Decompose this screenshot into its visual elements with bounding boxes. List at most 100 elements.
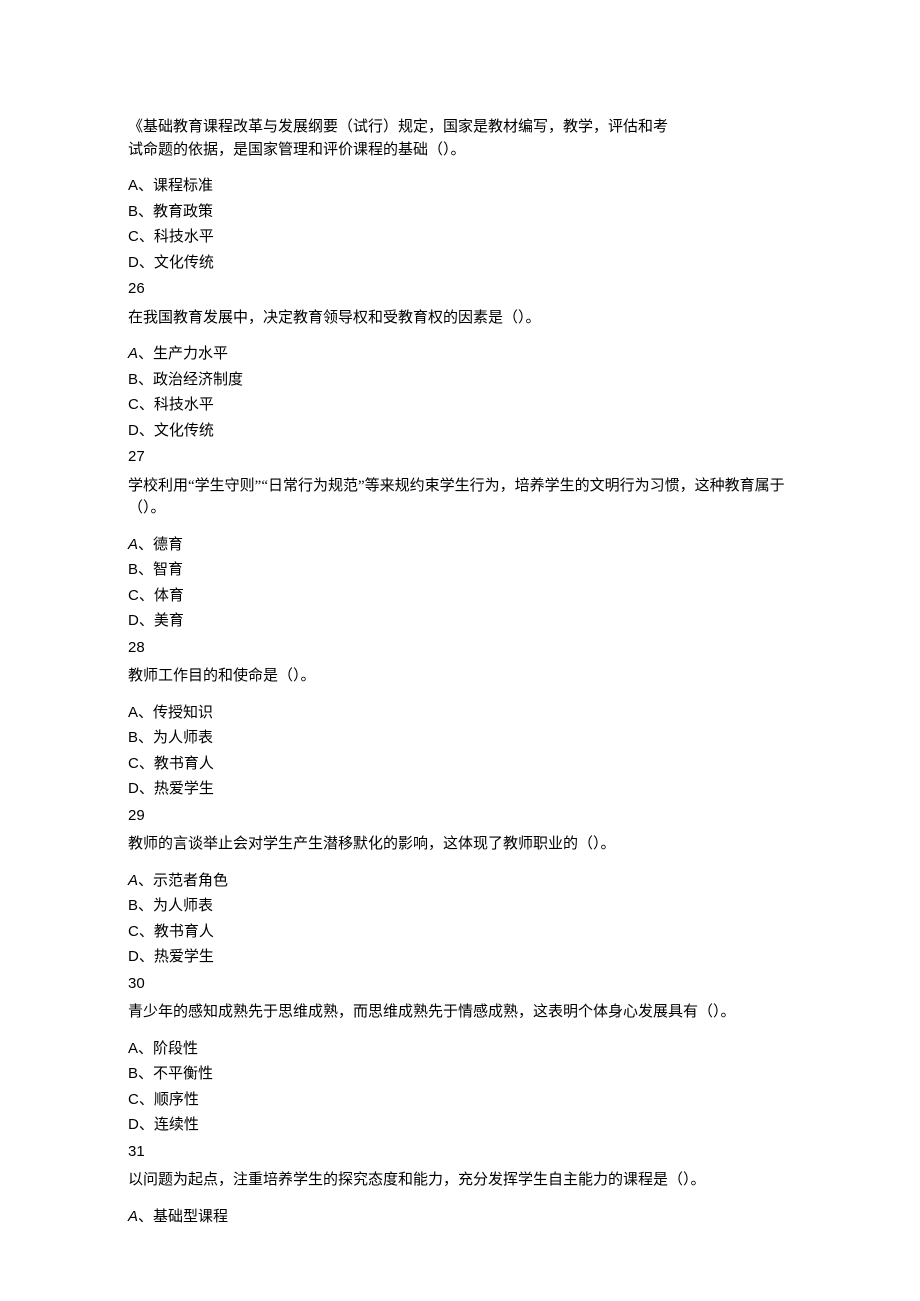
question-block: 教师的言谈举止会对学生产生潜移默化的影响，这体现了教师职业的（）。 A、示范者角色… [128,833,792,995]
option-letter: B [128,203,138,220]
option-row: A、生产力水平 [128,343,792,366]
option-letter: A [128,872,138,889]
option-row: A、阶段性 [128,1038,792,1061]
option-letter: B [128,1065,138,1082]
option-letter: D [128,948,139,965]
option-text: 、热爱学生 [139,781,214,797]
option-text: 、教书育人 [139,924,214,940]
option-row: C、科技水平 [128,226,792,249]
question-number: 28 [128,637,792,660]
option-text: 、体育 [139,588,184,604]
question-number: 29 [128,805,792,828]
question-block: 青少年的感知成熟先于思维成熟，而思维成熟先于情感成熟，这表明个体身心发展具有（）… [128,1001,792,1163]
stem-line: 以问题为起点，注重培养学生的探究态度和能力，充分发挥学生自主能力的课程是（）。 [128,1172,706,1188]
option-row: D、热爱学生 [128,778,792,801]
question-stem: 青少年的感知成熟先于思维成熟，而思维成熟先于情感成熟，这表明个体身心发展具有（）… [128,1001,792,1024]
question-stem: 《基础教育课程改革与发展纲要（试行）规定，国家是教材编写，教学，评估和考试命题的… [128,116,792,161]
option-text: 、德育 [138,537,183,553]
question-number: 27 [128,446,792,469]
question-block: 教师工作目的和使命是（）。A、传授知识B、为人师表C、教书育人D、热爱学生29 [128,665,792,827]
option-letter: B [128,729,138,746]
option-text: 、连续性 [139,1117,199,1133]
option-row: B、为人师表 [128,895,792,918]
option-text: 、生产力水平 [138,346,228,362]
option-letter: C [128,755,139,772]
option-text: 、为人师表 [138,898,213,914]
question-stem: 教师的言谈举止会对学生产生潜移默化的影响，这体现了教师职业的（）。 [128,833,792,856]
option-letter: A [128,177,138,194]
question-number: 26 [128,278,792,301]
option-row: A、德育 [128,534,792,557]
option-text: 、示范者角色 [138,873,228,889]
option-text: 、文化传统 [139,423,214,439]
option-letter: D [128,780,139,797]
option-text: 、顺序性 [139,1092,199,1108]
option-text: 、政治经济制度 [138,372,243,388]
option-text: 、课程标准 [138,178,213,194]
option-text: 、科技水平 [139,397,214,413]
option-row: C、教书育人 [128,753,792,776]
stem-line: 在我国教育发展中，决定教育领导权和受教育权的因素是（）。 [128,310,541,326]
option-text: 、智育 [138,562,183,578]
option-letter: D [128,1116,139,1133]
option-row: A、示范者角色 [128,870,792,893]
option-letter: C [128,1091,139,1108]
option-row: D、文化传统 [128,420,792,443]
option-row: D、美育 [128,610,792,633]
option-letter: A [128,345,138,362]
option-row: C、科技水平 [128,394,792,417]
question-stem: 在我国教育发展中，决定教育领导权和受教育权的因素是（）。 [128,307,792,330]
option-text: 、为人师表 [138,730,213,746]
option-row: B、不平衡性 [128,1063,792,1086]
question-stem: 教师工作目的和使命是（）。 [128,665,792,688]
option-text: 、美育 [139,613,184,629]
question-block: 《基础教育课程改革与发展纲要（试行）规定，国家是教材编写，教学，评估和考试命题的… [128,116,792,301]
option-row: B、教育政策 [128,201,792,224]
question-stem: 以问题为起点，注重培养学生的探究态度和能力，充分发挥学生自主能力的课程是（）。 [128,1169,792,1192]
option-letter: A [128,704,138,721]
option-letter: B [128,371,138,388]
option-text: 、不平衡性 [138,1066,213,1082]
option-text: 、基础型课程 [138,1209,228,1225]
question-block: 在我国教育发展中，决定教育领导权和受教育权的因素是（）。A、生产力水平B、政治经… [128,307,792,469]
option-text: 、文化传统 [139,255,214,271]
option-row: C、体育 [128,585,792,608]
option-row: B、智育 [128,559,792,582]
option-row: D、热爱学生 [128,946,792,969]
option-text: 、教育政策 [138,204,213,220]
stem-line: 试命题的依据，是国家管理和评价课程的基础（）。 [128,142,466,158]
option-letter: C [128,396,139,413]
option-row: A、传授知识 [128,702,792,725]
option-row: D、连续性 [128,1114,792,1137]
option-row: C、教书育人 [128,921,792,944]
option-letter: A [128,536,138,553]
option-row: A、基础型课程 [128,1206,792,1229]
option-row: D、文化传统 [128,252,792,275]
option-row: B、政治经济制度 [128,369,792,392]
question-block: 以问题为起点，注重培养学生的探究态度和能力，充分发挥学生自主能力的课程是（）。 A… [128,1169,792,1228]
question-number: 30 [128,973,792,996]
stem-line: 教师的言谈举止会对学生产生潜移默化的影响，这体现了教师职业的（）。 [128,836,616,852]
option-row: A、课程标准 [128,175,792,198]
option-letter: D [128,254,139,271]
option-text: 、科技水平 [139,229,214,245]
option-letter: C [128,228,139,245]
document-body: 《基础教育课程改革与发展纲要（试行）规定，国家是教材编写，教学，评估和考试命题的… [128,116,792,1228]
option-letter: A [128,1208,138,1225]
option-text: 、教书育人 [139,756,214,772]
stem-line: 青少年的感知成熟先于思维成熟，而思维成熟先于情感成熟，这表明个体身心发展具有（）… [128,1004,736,1020]
option-text: 、传授知识 [138,705,213,721]
option-letter: C [128,587,139,604]
stem-line: 教师工作目的和使命是（）。 [128,668,316,684]
option-text: 、热爱学生 [139,949,214,965]
option-letter: B [128,897,138,914]
question-block: 学校利用“学生守则”“日常行为规范”等来规约束学生行为，培养学生的文明行为习惯，… [128,475,792,660]
stem-line: 学校利用“学生守则”“日常行为规范”等来规约束学生行为，培养学生的文明行为习惯，… [128,478,785,517]
option-row: B、为人师表 [128,727,792,750]
option-text: 、阶段性 [138,1041,198,1057]
option-letter: A [128,1040,138,1057]
option-letter: D [128,612,139,629]
option-letter: D [128,422,139,439]
option-row: C、顺序性 [128,1089,792,1112]
option-letter: B [128,561,138,578]
